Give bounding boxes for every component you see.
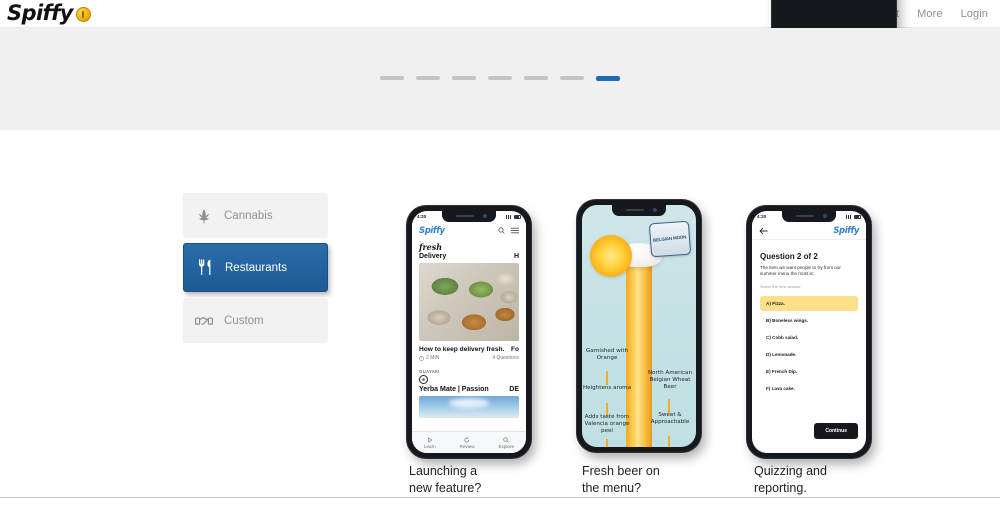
status-icons [846, 214, 861, 219]
feed-card2-title-right: DE [509, 386, 519, 393]
phone-screen-quiz: 4:20 Spiffy Question 2 of 2 The item we … [752, 211, 866, 453]
status-time: 4:20 [417, 214, 427, 219]
battery-icon [854, 214, 861, 219]
signal-icon [846, 214, 852, 219]
status-icons [506, 214, 521, 219]
menu-icon [511, 227, 519, 234]
feed-brandmark: fresh [419, 242, 443, 252]
carousel-indicators [0, 76, 1000, 81]
tick-mark [668, 399, 670, 413]
beer-label-sweet: Sweet & Approachable [650, 412, 690, 425]
beer-label-style: North American Belgian Wheat Beer [647, 370, 693, 390]
nav-item-more[interactable]: More [917, 8, 942, 20]
phone-mockup-beer: BELGIAN MOON Garnished with Orange Heigh… [577, 200, 701, 452]
brand-logo[interactable]: Spiffy [7, 1, 91, 25]
feed-row-title-right: H [513, 253, 519, 260]
quiz-option-a[interactable]: A) Pizza. [760, 296, 858, 312]
phone-mockup-quiz: 4:20 Spiffy Question 2 of 2 The item we … [747, 206, 871, 458]
phone-screen-feed: 4:20 Spiffy fresh Delivery H How to keep… [412, 211, 526, 453]
phone-mockup-feed: 4:20 Spiffy fresh Delivery H How to keep… [407, 206, 531, 458]
feed-card2-title-left: Yerba Mate | Passion [419, 386, 489, 393]
feed-duration-label: 2 MIN [426, 355, 440, 361]
site-header: Spiffy How it Works Contact More 416 888… [0, 0, 1000, 140]
quiz-option-c[interactable]: C) Cobb salad. [760, 330, 858, 345]
app-bar-quiz: Spiffy [752, 222, 866, 240]
carousel-dot-6[interactable] [560, 76, 584, 80]
quiz-option-d[interactable]: D) Lemonade. [760, 347, 858, 362]
refresh-icon [464, 436, 470, 442]
coin-icon [75, 7, 91, 22]
carousel-dot-3[interactable] [452, 76, 476, 80]
tick-mark [668, 436, 670, 447]
beer-annotations: Garnished with Orange Heightens aroma Ad… [582, 205, 696, 447]
beer-label-valencia: Adds taste from Valencia orange peel [584, 414, 630, 434]
signal-icon [506, 214, 512, 219]
carousel-dot-5[interactable] [524, 76, 548, 80]
quiz-body: Question 2 of 2 The item we want people … [752, 240, 866, 453]
feed-card2-title[interactable]: Yerba Mate | Passion DE [412, 385, 526, 396]
beer-label-garnished: Garnished with Orange [585, 348, 629, 361]
feed-tab-bar: Learn Review Explore [412, 431, 526, 453]
main-nav: How it Works Contact More 416 888-1942 L… [771, 0, 988, 140]
search-icon [503, 436, 509, 443]
play-icon [427, 437, 432, 442]
quiz-question-title: Question 2 of 2 [760, 252, 818, 261]
content-area: Cannabis Restaurants Custom 4:20 Spiffy … [0, 130, 1000, 497]
app-logo-spiffy: Spiffy [419, 225, 445, 236]
back-arrow-icon[interactable] [759, 227, 768, 235]
feed-row-title: Delivery H [412, 253, 526, 263]
app-logo-spiffy: Spiffy [833, 225, 859, 236]
battery-icon [514, 214, 521, 219]
brand-wordmark: Spiffy [7, 1, 73, 25]
status-time: 4:20 [757, 214, 767, 219]
feed-row-title-left: Delivery [419, 253, 447, 260]
phone-notch [612, 205, 666, 216]
caption-beer: Fresh beer on the menu? [582, 464, 660, 495]
feed-body: fresh Delivery H How to keep delivery fr… [412, 239, 526, 431]
quiz-hint: Select the best answer. [760, 284, 802, 290]
tick-mark [606, 371, 608, 385]
app-bar-feed: Spiffy [412, 222, 526, 239]
tab-learn-label: Learn [423, 443, 436, 449]
phone-notch [782, 211, 836, 222]
nav-item-login[interactable]: Login [961, 8, 988, 20]
phone-showcase: 4:20 Spiffy fresh Delivery H How to keep… [0, 130, 1000, 497]
footer-divider [0, 497, 1000, 498]
caption-quiz: Quizzing and reporting. [754, 464, 827, 495]
continue-button[interactable]: Continue [814, 423, 858, 439]
phone-notch [442, 211, 496, 222]
feed-brandmark2: GUAYAKI [419, 369, 440, 374]
feed-card-title-left: How to keep delivery fresh. [419, 346, 505, 353]
feed-card-title[interactable]: How to keep delivery fresh. Fo [412, 341, 526, 355]
quiz-option-e[interactable]: E) French Dip. [760, 364, 858, 379]
feed-card-meta: 2 MIN 4 Questions [412, 355, 526, 365]
beer-label-heightens: Heightens aroma [582, 385, 632, 391]
feed-card-duration: 2 MIN [419, 355, 439, 361]
phone-screen-beer: BELGIAN MOON Garnished with Orange Heigh… [582, 205, 696, 447]
carousel-dot-7-active[interactable] [596, 76, 620, 81]
quiz-option-b[interactable]: B) Boneless wings. [760, 313, 858, 328]
feed-card2-photo[interactable] [419, 396, 519, 418]
tab-explore-label: Explore [498, 443, 515, 449]
tick-mark [606, 439, 608, 447]
clock-icon [419, 355, 424, 361]
feed-question-count: 4 Questions [492, 355, 519, 361]
search-icon [498, 227, 505, 234]
tab-review-label: Review [459, 443, 475, 449]
quiz-question-text: The item we want people to try from our … [760, 265, 841, 277]
app-bar-actions [498, 227, 519, 234]
tab-explore[interactable]: Explore [498, 436, 515, 449]
feed-card-photo[interactable] [419, 263, 519, 341]
carousel-dot-4[interactable] [488, 76, 512, 80]
quiz-option-f[interactable]: F) Lava cake. [760, 381, 858, 396]
carousel-dot-1[interactable] [380, 76, 404, 80]
hero-band [0, 28, 1000, 130]
carousel-dot-2[interactable] [416, 76, 440, 80]
tab-review[interactable]: Review [459, 436, 475, 449]
tab-learn[interactable]: Learn [424, 437, 436, 449]
feed-seal-icon: ✻ [419, 375, 428, 384]
caption-feed: Launching a new feature? [409, 464, 482, 495]
feed-card-title-right: Fo [510, 346, 519, 353]
